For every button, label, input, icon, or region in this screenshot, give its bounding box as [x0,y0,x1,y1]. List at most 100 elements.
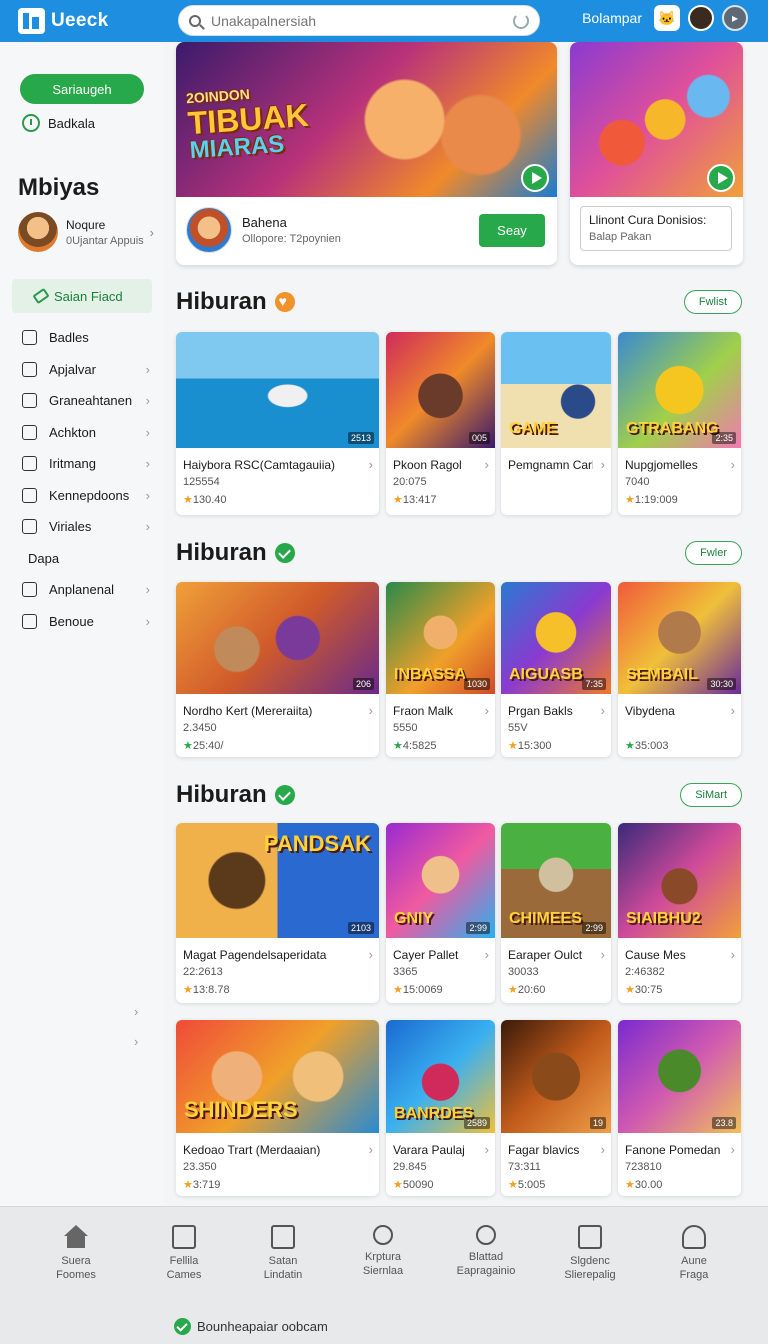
chevron-right-icon[interactable]: › [731,947,735,962]
user-avatar[interactable] [688,5,714,31]
chevron-right-icon[interactable]: › [731,1142,735,1157]
logo[interactable]: Ueeck [18,8,168,34]
game-title: Fanone Pomedan [625,1143,721,1157]
play-icon[interactable] [707,164,735,192]
sidebar-item[interactable]: Graneahtanen › [22,385,150,417]
bottom-nav-item[interactable]: Aune Fraga [649,1225,739,1281]
chevron-right-icon[interactable]: › [601,947,605,962]
menu-icon[interactable]: ▸ [722,5,748,31]
game-thumbnail: GNIY 2:99 [386,823,495,938]
chevron-right-icon[interactable]: › [485,457,489,472]
chevron-right-icon[interactable]: › [731,703,735,718]
sidebar-item[interactable]: Kennepdoons › [22,480,150,512]
game-title: Pemgnamn Carlalu [508,458,593,472]
chevron-right-icon: › [145,582,150,598]
section-filter-pill[interactable]: SiMart [680,783,742,807]
sidebar-primary-button[interactable]: Sariaugeh [20,74,144,104]
game-card[interactable]: GAME Pemgnamn Carlalu › [501,332,611,515]
chevron-right-icon[interactable]: › [601,703,605,718]
bottom-nav-label: Krptura [364,1251,402,1263]
chevron-right-icon[interactable]: › [485,703,489,718]
bottom-nav-item[interactable]: Suera Foomes [31,1225,121,1281]
game-rating: ★130.40 [183,493,227,506]
game-card[interactable]: 19 Fagar blavics › 73:311 ★5:005 [501,1020,611,1196]
game-title: Haiybora RSC(Camtagauiia) [183,458,336,472]
chevron-right-icon[interactable]: › [369,703,373,718]
section-filter-pill[interactable]: Fwler [685,541,742,565]
game-rating: ★3:719 [183,1178,220,1191]
game-thumbnail: INBASSA 1030 [386,582,495,694]
game-card[interactable]: PANDSAK 2103 Magat Pagendelsaperidata › 22:2… [176,823,379,1003]
chevron-right-icon[interactable]: › [134,1034,138,1049]
game-card[interactable]: 005 Pkoon Ragol › 20:075 ★13:417 [386,332,495,515]
chevron-right-icon[interactable]: › [601,457,605,472]
sidebar-item[interactable]: Apjalvar › [22,354,150,386]
chevron-right-icon[interactable]: › [485,1142,489,1157]
game-card[interactable]: BANRDES 2589 Varara Paulaj › 29.845 ★50090 [386,1020,495,1196]
sidebar-item[interactable]: Anplanenal › [22,574,150,606]
play-icon[interactable] [521,164,549,192]
sidebar-item[interactable]: Achkton › [22,417,150,449]
game-rating: ★13:8.78 [183,983,230,996]
bottom-nav-item[interactable]: Slgdenc Slierepalig [545,1225,635,1281]
featured-card-main[interactable]: 2OINDON TIBUAK MIARAS Bahena Ollopore: T… [176,42,557,265]
game-card[interactable]: SEMBAIL 30:30 Vibydena › ★35:003 [618,582,741,757]
sidebar-profile[interactable]: Noqure 0Ujantar Appuis › [18,212,154,252]
game-stat: 723810 [625,1161,662,1173]
chevron-right-icon[interactable]: › [601,1142,605,1157]
sidebar-item-active[interactable]: Saian Fiacd [12,279,152,313]
bottom-nav-item[interactable]: Satan Lindatin [238,1225,328,1281]
game-corner-badge: 1030 [463,678,490,690]
chevron-right-icon[interactable]: › [485,947,489,962]
chevron-right-icon[interactable]: › [369,457,373,472]
game-card[interactable]: CHIMEES 2:99 Earaper Oulct › 30033 ★20:60 [501,823,611,1003]
search-bar[interactable] [178,5,540,36]
game-card[interactable]: GNIY 2:99 Cayer Pallet › 3365 ★15:0069 [386,823,495,1003]
bottom-nav-sublabel: Eapragainio [456,1265,516,1277]
sidebar-item[interactable]: Badles [22,322,150,354]
game-rating-value: 30.00 [634,1179,663,1191]
game-stat: 5550 [393,722,418,734]
featured-card-side[interactable]: Llinont Cura Donisios: Balap Pakan [570,42,743,265]
section-filter-pill[interactable]: Fwlist [683,290,742,314]
game-card[interactable]: SIAIBHU2 Cause Mes › 2:46382 ★30:75 [618,823,741,1003]
chevron-right-icon[interactable]: › [134,1004,138,1019]
game-card[interactable]: 2513 Haiybora RSC(Camtagauiia) › 125554 ★130… [176,332,379,515]
bottom-nav-item[interactable]: Blattad Eapragainio [441,1225,531,1277]
sidebar-item[interactable]: Viriales › [22,511,150,543]
search-input[interactable] [211,12,513,29]
sidebar: Sariaugeh Badkala Mbiyas Noqure 0Ujantar… [0,42,164,1206]
featured-action-button[interactable]: Seay [479,214,545,247]
mascot-icon[interactable]: 🐱 [654,5,680,31]
chevron-right-icon[interactable]: › [731,457,735,472]
bottom-nav-item[interactable]: Krptura Siernlaa [338,1225,428,1277]
sidebar-item[interactable]: Iritmang › [22,448,150,480]
sidebar-item[interactable]: Dapa [22,543,150,575]
bottom-nav: Suera Foomes Fellila Cames Satan Lindatin Krpt… [0,1206,768,1344]
game-rating-value: 35:003 [634,740,669,752]
chevron-right-icon[interactable]: › [369,1142,373,1157]
game-stat: 23.350 [183,1161,217,1173]
game-thumbnail: BANRDES 2589 [386,1020,495,1133]
chevron-right-icon[interactable]: › [369,947,373,962]
sidebar-check-item[interactable]: Badkala [22,114,95,132]
top-link[interactable]: Bolampar [582,10,642,26]
sidebar-item-label: Graneahtanen [49,393,133,409]
profile-name: Noqure [66,217,106,232]
game-art-title: CHIMEES [509,910,582,927]
sidebar-active-label: Saian Fiacd [54,288,123,304]
sidebar-item[interactable]: Benoue › [22,606,150,638]
game-card[interactable]: 23.8 Fanone Pomedan › 723810 ★30.00 [618,1020,741,1196]
bottom-nav-label: Suera [61,1255,91,1267]
sidebar-item-label: Kennepdoons [49,487,130,503]
game-card[interactable]: INBASSA 1030 Fraon Malk › 5550 ★4:5825 [386,582,495,757]
refresh-icon[interactable] [513,12,529,29]
game-card[interactable]: AIGUASB 7:35 Prgan Bakls › 55V ★15:300 [501,582,611,757]
game-rating: ★20:60 [508,983,545,996]
game-card[interactable]: GTRABANG 2:35 Nupgjomelles › 7040 ★1:19:009 [618,332,741,515]
game-card[interactable]: 206 Nordho Kert (Mereraiita) › 2.3450 ★25:40… [176,582,379,757]
bottom-nav-sublabel: Foomes [56,1269,96,1281]
game-art-title: PANDSAK [263,831,371,856]
bottom-nav-item[interactable]: Fellila Cames [139,1225,229,1281]
game-card[interactable]: SHINDERS Kedoao Trart (Merdaaian) › 23.350 ★… [176,1020,379,1196]
